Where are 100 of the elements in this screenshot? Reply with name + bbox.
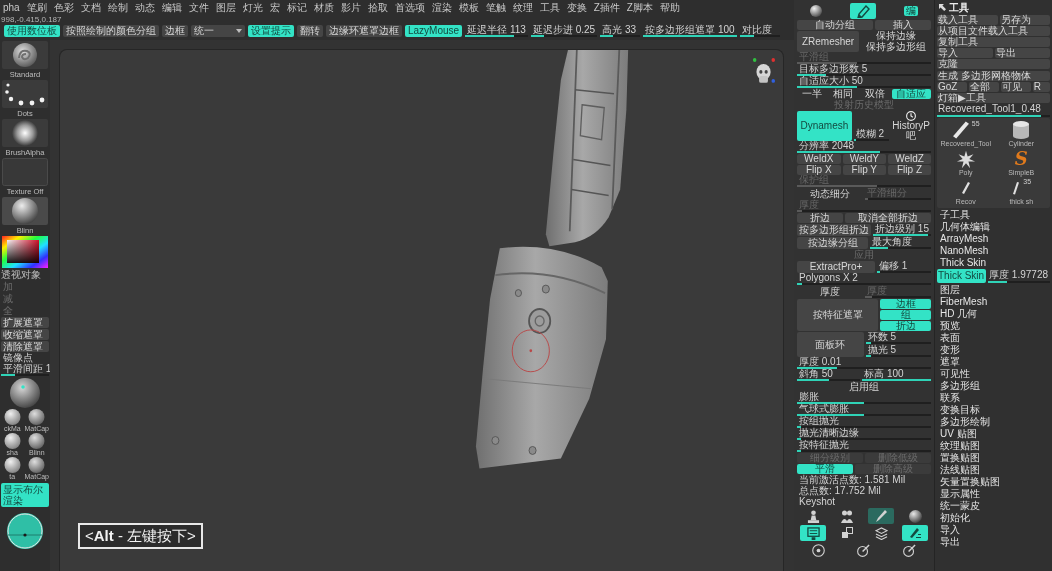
- menu-item[interactable]: 帮助: [659, 1, 680, 13]
- slider[interactable]: 抛光 5: [865, 345, 931, 357]
- panel-toggle[interactable]: 自适应: [891, 89, 931, 99]
- slider[interactable]: 折边级别 15: [873, 224, 931, 236]
- toolbar-button[interactable]: 边框: [162, 25, 188, 37]
- monitor-button[interactable]: [800, 525, 826, 541]
- slider[interactable]: 目标多边形数 5: [797, 64, 931, 76]
- panel-button[interactable]: 扩展遮罩: [1, 317, 49, 328]
- panel-toggle[interactable]: 相同: [828, 89, 858, 99]
- menu-button[interactable]: 可见: [1000, 82, 1031, 92]
- panel-toggle[interactable]: 组: [880, 310, 931, 320]
- menu-button[interactable]: 导入: [937, 48, 993, 58]
- menu-item[interactable]: 影片: [340, 1, 361, 13]
- brush-button[interactable]: [868, 508, 894, 524]
- slider[interactable]: 厚度 0.01: [797, 357, 931, 369]
- material-sphere-icon[interactable]: [3, 457, 21, 473]
- letter-icon[interactable]: S: [1014, 149, 1028, 169]
- slider[interactable]: Polygons X 2: [797, 273, 931, 285]
- slider[interactable]: 高光 33: [600, 25, 641, 37]
- menu-item[interactable]: 工具: [539, 1, 560, 13]
- menu-item[interactable]: 联系: [937, 392, 1050, 403]
- dots-thumbnail[interactable]: [2, 80, 48, 108]
- slider[interactable]: 偏移 1: [877, 261, 931, 273]
- panel-button[interactable]: ExtractPro+: [797, 261, 876, 273]
- menu-button[interactable]: 复制工具: [937, 37, 1050, 47]
- arrow-icon[interactable]: [939, 4, 946, 11]
- panel-button[interactable]: 按特征遮罩: [797, 299, 878, 331]
- panel-toggle[interactable]: 保持多边形组: [861, 42, 931, 52]
- menu-item[interactable]: 动态: [134, 1, 155, 13]
- render-button[interactable]: 显示布尔渲染: [1, 483, 49, 507]
- panel-button[interactable]: 收缩遮罩: [1, 329, 49, 340]
- menu-item[interactable]: 表面: [937, 332, 1050, 343]
- menu-item[interactable]: pha: [3, 1, 20, 13]
- panel-button[interactable]: 按多边形组折边: [797, 224, 872, 236]
- panel-button[interactable]: 折边: [797, 213, 843, 223]
- panel-toggle[interactable]: 边框: [880, 299, 931, 309]
- menu-item[interactable]: 笔触: [485, 1, 506, 13]
- menu-item[interactable]: 文件: [188, 1, 209, 13]
- menu-item[interactable]: 多边形组: [937, 380, 1050, 391]
- toolbar-button[interactable]: 翻转: [297, 25, 323, 37]
- slider[interactable]: 对比度: [739, 25, 780, 37]
- menu-item[interactable]: 文档: [80, 1, 101, 13]
- menu-button[interactable]: GoZ: [937, 82, 967, 92]
- head-gizmo-icon[interactable]: [752, 57, 776, 83]
- material-sphere-icon[interactable]: [28, 457, 46, 473]
- pen-button[interactable]: [902, 525, 928, 541]
- toolbar-button[interactable]: 边缘环遮罩边框: [326, 25, 402, 37]
- menu-item[interactable]: 标记: [286, 1, 307, 13]
- menu-item[interactable]: 灯光: [242, 1, 263, 13]
- menu-item[interactable]: 遮罩: [937, 356, 1050, 367]
- menu-item[interactable]: 色彩: [53, 1, 74, 13]
- panel-toggle[interactable]: 保持边缘: [861, 31, 931, 41]
- brush-thumbnail[interactable]: [2, 41, 48, 69]
- menu-item[interactable]: Thick Skin: [937, 257, 1050, 268]
- menu-item[interactable]: 可见性: [937, 368, 1050, 379]
- slider[interactable]: 环数 5: [865, 332, 931, 344]
- menu-button[interactable]: 从项目文件载入工具: [937, 26, 1050, 36]
- panel-button[interactable]: 平滑: [797, 464, 853, 474]
- panel-button[interactable]: 编: [904, 6, 918, 16]
- toolbar-button[interactable]: 按照绘制的颜色分组: [63, 25, 159, 37]
- toolbar-button[interactable]: LazyMouse: [405, 25, 463, 37]
- menu-item[interactable]: ArrayMesh: [937, 233, 1050, 244]
- menu-button[interactable]: 克隆: [937, 59, 1050, 69]
- menu-item[interactable]: 变换: [566, 1, 587, 13]
- slider[interactable]: 抛光清晰边缘: [797, 428, 931, 440]
- color-picker[interactable]: [2, 236, 48, 268]
- material-sphere-icon[interactable]: [3, 433, 21, 449]
- panel-button[interactable]: 取消全部折边: [845, 213, 931, 223]
- panel-button[interactable]: Flip Y: [842, 165, 886, 175]
- panel-button[interactable]: 自动分组: [797, 20, 873, 30]
- panel-toggle[interactable]: 厚度: [797, 286, 863, 298]
- history-button[interactable]: HistoryP 吧: [891, 111, 931, 141]
- stick-icon[interactable]: [951, 120, 970, 140]
- menu-button[interactable]: 全部: [968, 82, 999, 92]
- menu-item[interactable]: HD 几何: [937, 308, 1050, 319]
- menu-item[interactable]: 矢量置换贴图: [937, 476, 1050, 487]
- menu-item[interactable]: Z脚本: [626, 1, 653, 13]
- stick-icon[interactable]: [960, 181, 971, 195]
- panel-button[interactable]: WeldX: [797, 154, 841, 164]
- menu-item[interactable]: 导入: [937, 524, 1050, 535]
- slider[interactable]: 气球式膨胀: [797, 404, 931, 416]
- panel-button[interactable]: WeldZ: [888, 154, 931, 164]
- slider[interactable]: Recovered_Tool1_0.48: [937, 103, 1050, 117]
- menu-item[interactable]: 图层: [215, 1, 236, 13]
- menu-button[interactable]: Thick Skin: [937, 269, 987, 283]
- slider[interactable]: 延迟步进 0.25: [530, 25, 598, 37]
- menu-item[interactable]: 法线贴图: [937, 464, 1050, 475]
- menu-item[interactable]: 导出: [937, 536, 1050, 547]
- slider[interactable]: 按特征抛光: [797, 440, 931, 452]
- menu-item[interactable]: Z插件: [593, 1, 620, 13]
- menu-button[interactable]: 另存为: [999, 15, 1050, 25]
- panel-toggle[interactable]: 动态细分: [797, 188, 863, 200]
- slider[interactable]: 斜角 50: [797, 369, 861, 381]
- panel-button[interactable]: Flip Z: [888, 165, 931, 175]
- menu-item[interactable]: 纹理贴图: [937, 440, 1050, 451]
- panel-toggle[interactable]: 一半: [797, 89, 827, 99]
- panel-button[interactable]: Flip X: [797, 165, 841, 175]
- panel-button[interactable]: ZRemesher: [797, 31, 860, 52]
- texture-thumbnail[interactable]: [2, 158, 48, 186]
- panel-toggle[interactable]: 折边: [880, 321, 931, 331]
